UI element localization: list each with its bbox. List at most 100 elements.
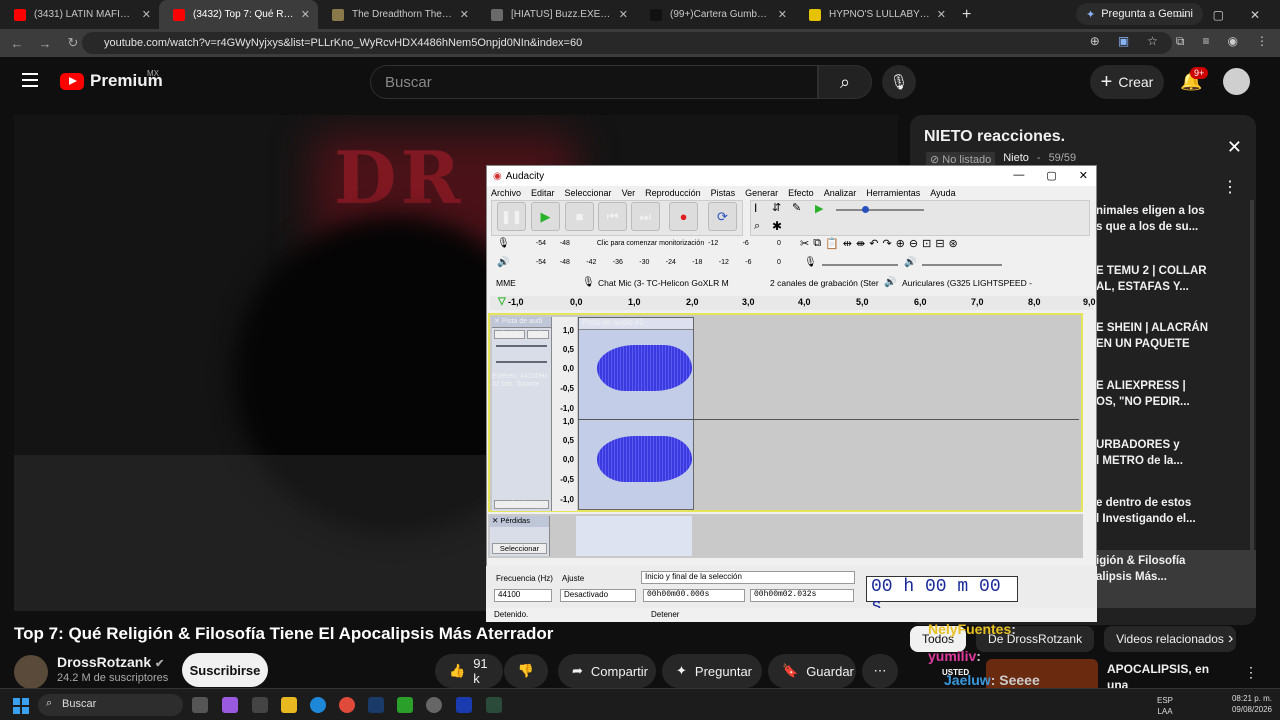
media-icon[interactable]: ≡ — [1203, 34, 1210, 49]
audacity-menu-item[interactable]: Pistas — [711, 188, 736, 198]
extensions-icon[interactable]: ⧉ — [1176, 34, 1185, 49]
audacity-menu-item[interactable]: Archivo — [491, 188, 521, 198]
label-track[interactable]: ✕ Pérdidas Seleccionar — [488, 514, 1083, 558]
audacity-menu-item[interactable]: Efecto — [788, 188, 814, 198]
maximize-icon[interactable]: ▢ — [1213, 8, 1224, 22]
play-speed-slider[interactable] — [836, 209, 924, 211]
forward-icon[interactable]: → — [34, 36, 56, 51]
terminal-icon[interactable] — [486, 697, 502, 713]
trim-icon[interactable]: ⇹ — [843, 237, 852, 250]
tab-close-icon[interactable]: ✕ — [937, 8, 946, 21]
aud-minimize-icon[interactable]: — — [1013, 169, 1024, 182]
browser-tab[interactable]: HYPNO'S LULLABY REBOOT [D ✕ — [795, 0, 954, 29]
account-avatar[interactable] — [1223, 68, 1250, 95]
audacity-menu-item[interactable]: Herramientas — [866, 188, 920, 198]
record-button[interactable]: ● — [669, 202, 698, 231]
audacity-menu-item[interactable]: Ayuda — [930, 188, 955, 198]
task-view-icon[interactable] — [192, 697, 208, 713]
language-indicator[interactable]: ESP LAA — [1157, 695, 1173, 717]
playback-meter-speaker-icon[interactable]: 🔊 — [497, 257, 509, 268]
audio-host-select[interactable]: MME — [496, 278, 516, 288]
audio-clip[interactable]: Pista de audio #1 — [578, 317, 694, 510]
playlist-item-title[interactable]: e dentro de estos l Investigando el... — [1096, 495, 1246, 527]
skip-end-button[interactable]: ⏭ — [631, 202, 660, 231]
translate-icon[interactable]: ▣ — [1118, 34, 1129, 49]
tab-close-icon[interactable]: ✕ — [460, 8, 469, 21]
snap-select[interactable]: Desactivado — [560, 589, 636, 602]
selection-tool-icon[interactable]: I — [754, 201, 757, 215]
play-volume-speaker-icon[interactable]: 🔊 — [904, 257, 916, 268]
browser-tab[interactable]: (99+)Cartera Gumball doblaje ✕ — [636, 0, 795, 29]
playlist-scrollbar[interactable] — [1250, 200, 1254, 605]
bookmark-star-icon[interactable]: ☆ — [1147, 34, 1158, 49]
playlist-item-title[interactable]: E ALIEXPRESS | OS, "NO PEDIR... — [1096, 378, 1246, 410]
subscribe-button[interactable]: Suscribirse — [182, 653, 268, 687]
ask-button[interactable]: ✦ Preguntar — [662, 654, 762, 688]
undo-icon[interactable]: ↶ — [869, 237, 878, 250]
browser-tab[interactable]: (3431) LATIN MAFIA, Fred agai ✕ — [0, 0, 159, 29]
audacity-menu-item[interactable]: Ver — [622, 188, 636, 198]
taskbar-search[interactable]: ⌕ Buscar — [38, 694, 183, 716]
clip-header[interactable]: Pista de audio #1 — [579, 318, 693, 330]
audacity-menu-item[interactable]: Reproducción — [645, 188, 701, 198]
browser-tab[interactable]: The Dreadthorn Therapist by T ✕ — [318, 0, 477, 29]
zoom-in-icon[interactable]: ⊕ — [896, 237, 905, 250]
save-button[interactable]: 🔖 Guardar — [768, 654, 856, 688]
menu-dots-icon[interactable]: ⋮ — [1256, 34, 1268, 49]
playlist-item-title[interactable]: nimales eligen a los s que a los de su..… — [1096, 203, 1246, 235]
aud-close-icon[interactable]: ✕ — [1079, 169, 1088, 182]
playback-meter[interactable]: -54 -48 -42 -36 -30 -24 -18 -12 -6 0 — [520, 259, 785, 269]
project-rate-select[interactable]: 44100 — [494, 589, 552, 602]
solo-button[interactable]: Solo — [526, 330, 549, 339]
windows-start-icon[interactable] — [13, 698, 29, 714]
play-speed-thumb[interactable] — [862, 206, 869, 213]
playlist-title[interactable]: NIETO reacciones. — [924, 128, 1065, 146]
play-at-speed-icon[interactable]: ▶ — [815, 202, 823, 215]
store-icon[interactable] — [252, 697, 268, 713]
play-button[interactable]: ▶ — [531, 202, 560, 231]
fit-selection-icon[interactable]: ⊡ — [922, 237, 931, 250]
edge-icon[interactable] — [310, 697, 326, 713]
multi-tool-icon[interactable]: ✱ — [772, 219, 782, 233]
selection-end-field[interactable]: 00h00m02.032s — [750, 589, 854, 602]
browser-tab[interactable]: [HIATUS] Buzz.EXE Remake | Th ✕ — [477, 0, 636, 29]
steam-icon[interactable] — [368, 697, 384, 713]
like-button[interactable]: 👍 91 k — [435, 654, 503, 688]
pan-slider[interactable] — [496, 361, 547, 363]
tab-close-icon[interactable]: ✕ — [301, 8, 310, 21]
playlist-item-title[interactable]: igión & Filosofía alipsis Más... — [1096, 553, 1246, 585]
playback-volume-slider[interactable] — [922, 264, 1002, 266]
zoom-tool-icon[interactable]: ⌕ — [754, 220, 760, 233]
audacity-menu-item[interactable]: Editar — [531, 188, 555, 198]
selection-start-field[interactable]: 00h00m00.000s — [643, 589, 745, 602]
browser-tab[interactable]: (3432) Top 7: Qué Religión & Fi ✕ — [159, 0, 318, 29]
audacity-taskbar-icon[interactable] — [456, 697, 472, 713]
stop-button[interactable]: ■ — [565, 202, 594, 231]
cut-icon[interactable]: ✂ — [800, 237, 809, 250]
audacity-menu-item[interactable]: Analizar — [824, 188, 857, 198]
time-display[interactable]: 00 h 00 m 00 s — [866, 576, 1018, 617]
aud-maximize-icon[interactable]: ▢ — [1046, 169, 1056, 182]
track-close-icon[interactable]: ✕ — [494, 318, 502, 325]
gain-slider[interactable] — [496, 345, 547, 347]
mute-button[interactable]: Silencio — [494, 330, 525, 339]
label-select-button[interactable]: Seleccionar — [492, 543, 547, 554]
chip[interactable]: Videos relacionados — [1104, 626, 1236, 652]
zoom-icon[interactable]: ⊕ — [1090, 34, 1100, 49]
recording-volume-slider[interactable] — [822, 264, 898, 266]
zoom-toggle-icon[interactable]: ⊛ — [949, 237, 958, 250]
track-name[interactable]: Pista de audi — [502, 318, 542, 325]
app-gear-icon[interactable] — [426, 697, 442, 713]
loop-button[interactable]: ⟳ — [708, 202, 737, 231]
playlist-item-title[interactable]: URBADORES y l METRO de la... — [1096, 437, 1246, 469]
channel-name[interactable]: DrossRotzank ✔ — [57, 654, 164, 670]
create-button[interactable]: + Crear — [1090, 65, 1164, 99]
silence-icon[interactable]: ⇼ — [856, 237, 865, 250]
voice-search-button[interactable]: 🎙 — [882, 65, 916, 99]
chrome-icon[interactable] — [339, 697, 355, 713]
reload-icon[interactable]: ↻ — [62, 35, 84, 51]
back-icon[interactable]: ← — [6, 36, 28, 51]
close-icon[interactable]: ✕ — [1227, 137, 1242, 158]
chevron-right-icon[interactable]: › — [1228, 630, 1233, 648]
timeline-ruler[interactable]: ▽ -1,0 0,0 1,0 2,0 3,0 4,0 5,0 6,0 7,0 8,0 9,0 — [490, 296, 1096, 310]
